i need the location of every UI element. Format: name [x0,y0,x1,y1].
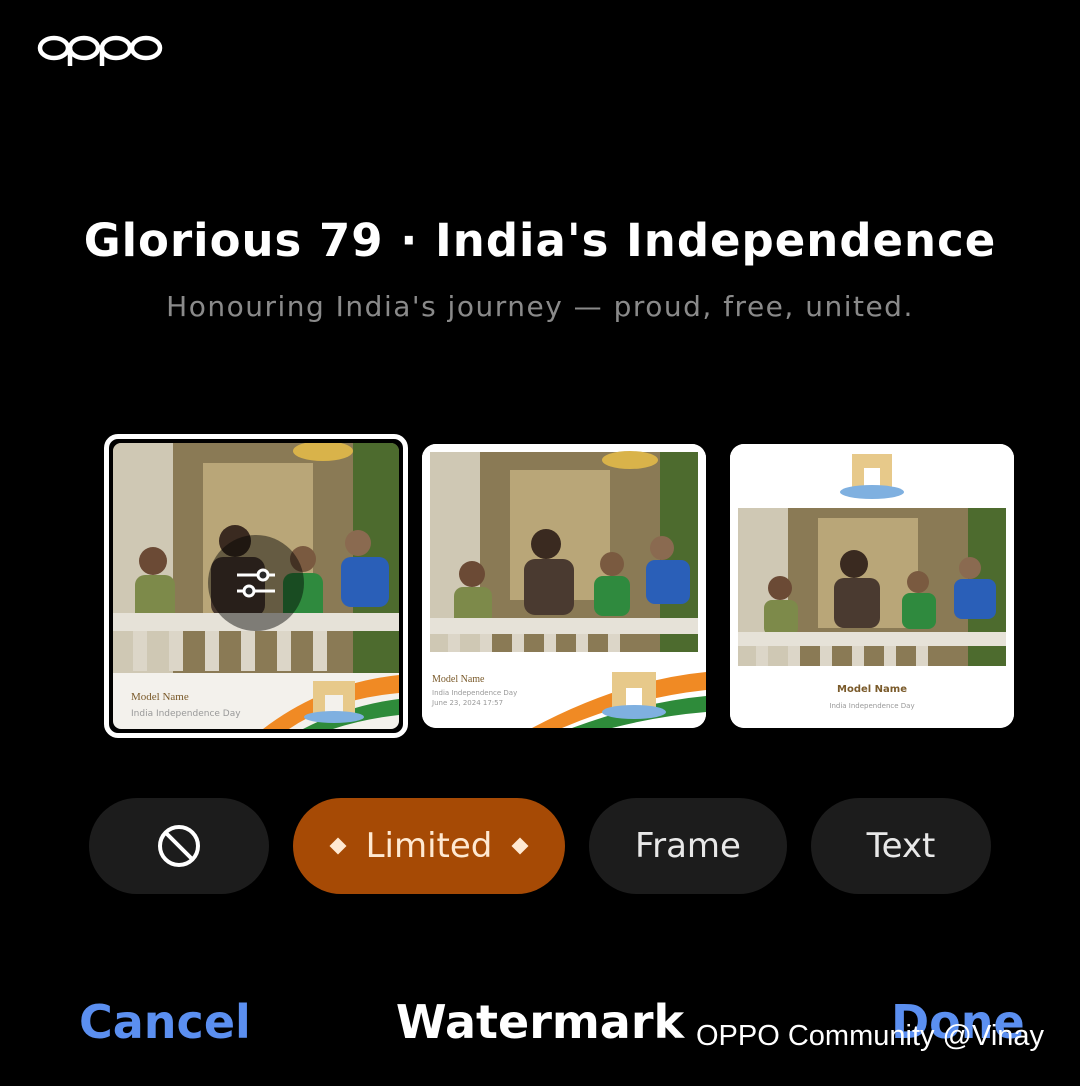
template-preview-bottom-band [422,444,706,728]
text-option-button[interactable]: Text [811,798,991,894]
template-caption-sub: India Independence Day [131,709,241,719]
cancel-button[interactable]: Cancel [79,995,251,1049]
template-caption-sub: India Independence Day [829,702,915,710]
template-card-frame-top-gate[interactable]: Model Name India Independence Day [730,444,1014,728]
oppo-logo [37,35,163,66]
template-caption-title: Model Name [432,674,485,685]
template-card-bottom-band[interactable]: Model Name India Independence Day June 2… [422,444,706,728]
template-caption-date: June 23, 2024 17:57 [432,699,504,707]
text-option-label: Text [866,826,936,866]
template-preview-overlay [113,443,399,729]
limited-option-label: Limited [365,826,493,866]
template-caption-title: Model Name [837,684,907,695]
frame-option-button[interactable]: Frame [589,798,787,894]
limited-option-button[interactable]: Limited [293,798,565,894]
prohibited-icon [158,825,200,867]
template-card-overlay[interactable]: Model Name India Independence Day [104,434,408,738]
no-watermark-button[interactable] [89,798,269,894]
community-credit-watermark: OPPO Community @Vinay [696,1020,1045,1052]
diamond-icon [511,837,529,855]
template-caption-sub: India Independence Day [432,689,518,697]
page-title: Glorious 79 · India's Independence [83,214,997,267]
page-subtitle: Honouring India's journey — proud, free,… [166,290,914,323]
frame-option-label: Frame [635,826,741,866]
diamond-icon [329,837,347,855]
template-caption-title: Model Name [131,691,189,703]
